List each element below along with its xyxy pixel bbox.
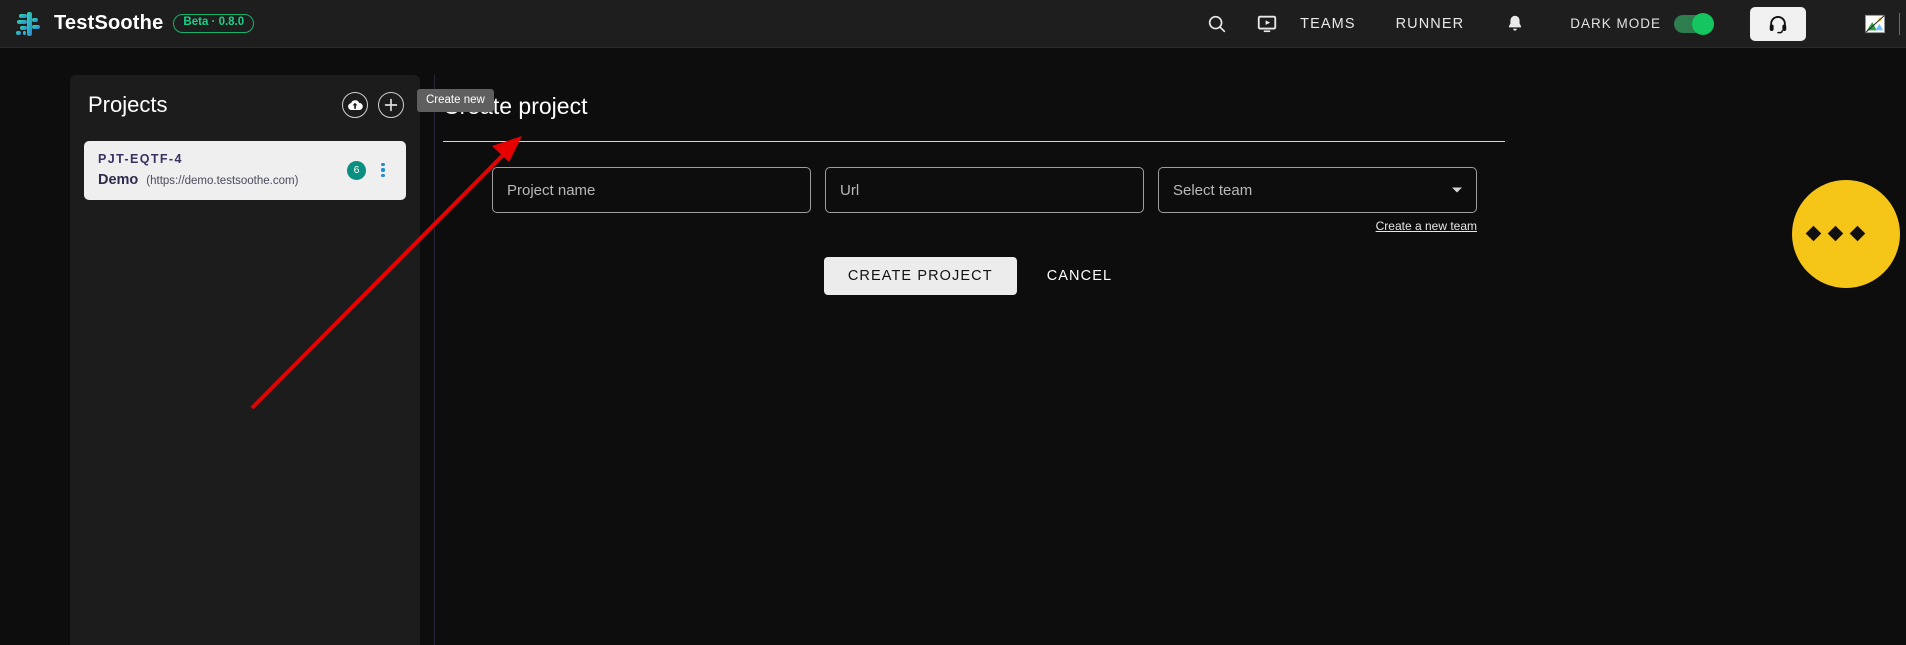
dark-mode-switch[interactable]	[1674, 12, 1714, 35]
brand-name: TestSoothe	[54, 12, 164, 34]
project-card-info: PJT-EQTF-4 Demo (https://demo.testsoothe…	[98, 152, 347, 188]
beta-version-badge: Beta · 0.8.0	[173, 14, 255, 33]
create-project-submit-button[interactable]: CREATE PROJECT	[823, 257, 1017, 295]
dot	[381, 162, 385, 166]
url-input[interactable]: Url	[825, 167, 1144, 213]
brand[interactable]: TestSoothe Beta · 0.8.0	[14, 9, 255, 39]
create-project-main: Create project Project name Url Select t…	[433, 75, 1906, 645]
pacman-widget[interactable]	[1786, 180, 1906, 288]
project-name-row: Demo (https://demo.testsoothe.com)	[98, 172, 347, 188]
toggle-knob	[1692, 12, 1714, 35]
url-placeholder: Url	[840, 181, 860, 199]
project-url: (https://demo.testsoothe.com)	[146, 175, 299, 187]
app-header: TestSoothe Beta · 0.8.0 TEAMS RUNNER DAR…	[0, 0, 1906, 48]
support-button[interactable]	[1750, 6, 1806, 41]
form-actions: CREATE PROJECT CANCEL	[433, 257, 1515, 295]
header-right-cluster: TEAMS RUNNER DARK MODE	[1192, 0, 1906, 48]
search-icon	[1208, 15, 1226, 32]
video-player-icon	[1257, 15, 1277, 32]
chevron-down-icon	[1452, 187, 1462, 193]
title-underline	[443, 141, 1505, 142]
avatar-divider	[1899, 12, 1900, 35]
avatar[interactable]	[1858, 7, 1900, 41]
create-new-project-button[interactable]	[378, 92, 404, 118]
plus-icon	[384, 98, 398, 112]
team-select[interactable]: Select team	[1158, 167, 1477, 213]
create-project-form: Project name Url Select team Create a ne…	[492, 167, 1477, 233]
notification-bell-icon	[1509, 15, 1522, 31]
project-menu-button[interactable]	[374, 161, 392, 180]
dot	[381, 174, 385, 178]
team-placeholder: Select team	[1173, 181, 1253, 199]
project-name-placeholder: Project name	[507, 181, 596, 199]
nav-runner[interactable]: RUNNER	[1388, 16, 1473, 32]
nav-teams[interactable]: TEAMS	[1292, 16, 1363, 32]
testsoothe-logo-icon	[16, 11, 40, 36]
dark-mode-label: DARK MODE	[1570, 16, 1661, 31]
project-name-input[interactable]: Project name	[492, 167, 811, 213]
team-select-wrap: Select team Create a new team	[1158, 167, 1477, 233]
cloud-upload-button[interactable]	[342, 92, 368, 118]
dark-mode-toggle[interactable]: DARK MODE	[1570, 12, 1714, 35]
project-code: PJT-EQTF-4	[98, 152, 183, 166]
app-root: TestSoothe Beta · 0.8.0 TEAMS RUNNER DAR…	[0, 0, 1906, 645]
projects-panel: Projects PJT-EQTF-4 Demo (https://demo.t…	[70, 75, 420, 645]
support-headset-icon	[1769, 15, 1787, 33]
notifications-button[interactable]	[1490, 13, 1540, 35]
pacman-icon	[1792, 180, 1900, 288]
cloud-upload-icon	[348, 100, 363, 110]
page-title: Projects	[88, 92, 168, 117]
list-item[interactable]: PJT-EQTF-4 Demo (https://demo.testsoothe…	[84, 141, 406, 200]
dot	[381, 168, 385, 172]
create-new-team-link[interactable]: Create a new team	[1376, 219, 1477, 233]
create-new-tooltip: Create new	[417, 89, 494, 112]
project-card-meta: 6	[347, 160, 392, 180]
status-badge: 6	[347, 160, 366, 180]
broken-image-avatar-icon	[1865, 14, 1885, 33]
video-player-button[interactable]	[1242, 13, 1292, 35]
content-divider	[434, 75, 435, 645]
projects-actions	[342, 92, 404, 118]
search-button[interactable]	[1192, 13, 1242, 35]
cancel-button[interactable]: CANCEL	[1035, 257, 1124, 295]
project-name: Demo	[98, 172, 139, 188]
projects-panel-header: Projects	[70, 75, 420, 135]
